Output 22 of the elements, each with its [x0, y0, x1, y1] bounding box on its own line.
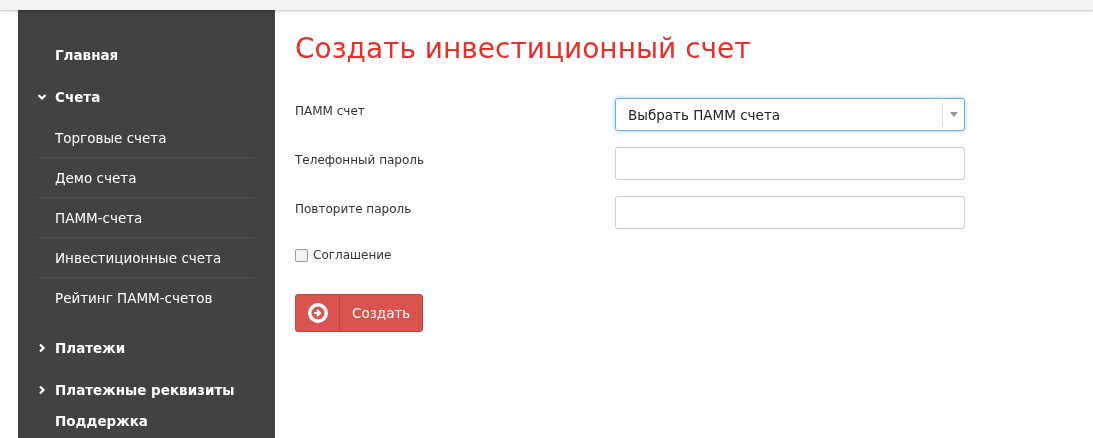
checkbox[interactable]	[295, 248, 308, 262]
select-field[interactable]: Выбрать ПАММ счета	[615, 98, 965, 131]
sidebar-subitem[interactable]: Инвестиционные счета	[55, 249, 222, 266]
password-field[interactable]	[615, 196, 965, 229]
field-label: Телефонный пароль	[295, 152, 426, 167]
field-label: ПАММ счет	[295, 103, 366, 118]
sidebar-item[interactable]: Платежи	[55, 340, 126, 356]
arrow-circle-icon	[306, 302, 329, 324]
sidebar-item[interactable]: Поддержка	[55, 413, 148, 429]
password-field[interactable]	[615, 147, 965, 180]
sidebar-subitem[interactable]: ПАММ-счета	[55, 209, 143, 226]
sidebar-subitem[interactable]: Демо счета	[55, 169, 137, 186]
caret-icon	[950, 112, 958, 117]
page-title: Создать инвестиционный счет	[295, 32, 752, 65]
sidebar-item[interactable]: Счета	[55, 89, 101, 105]
sidebar-subitem[interactable]: Рейтинг ПАММ-счетов	[55, 290, 213, 306]
create-button[interactable]: Создать	[295, 294, 424, 332]
sidebar-item[interactable]: Главная	[55, 47, 119, 63]
field-label: Повторите пароль	[295, 201, 413, 216]
checkbox-label: Соглашение	[313, 248, 392, 262]
sidebar-item[interactable]: Платежные реквизиты	[55, 382, 235, 398]
sidebar-subitem[interactable]: Торговые счета	[55, 129, 167, 146]
